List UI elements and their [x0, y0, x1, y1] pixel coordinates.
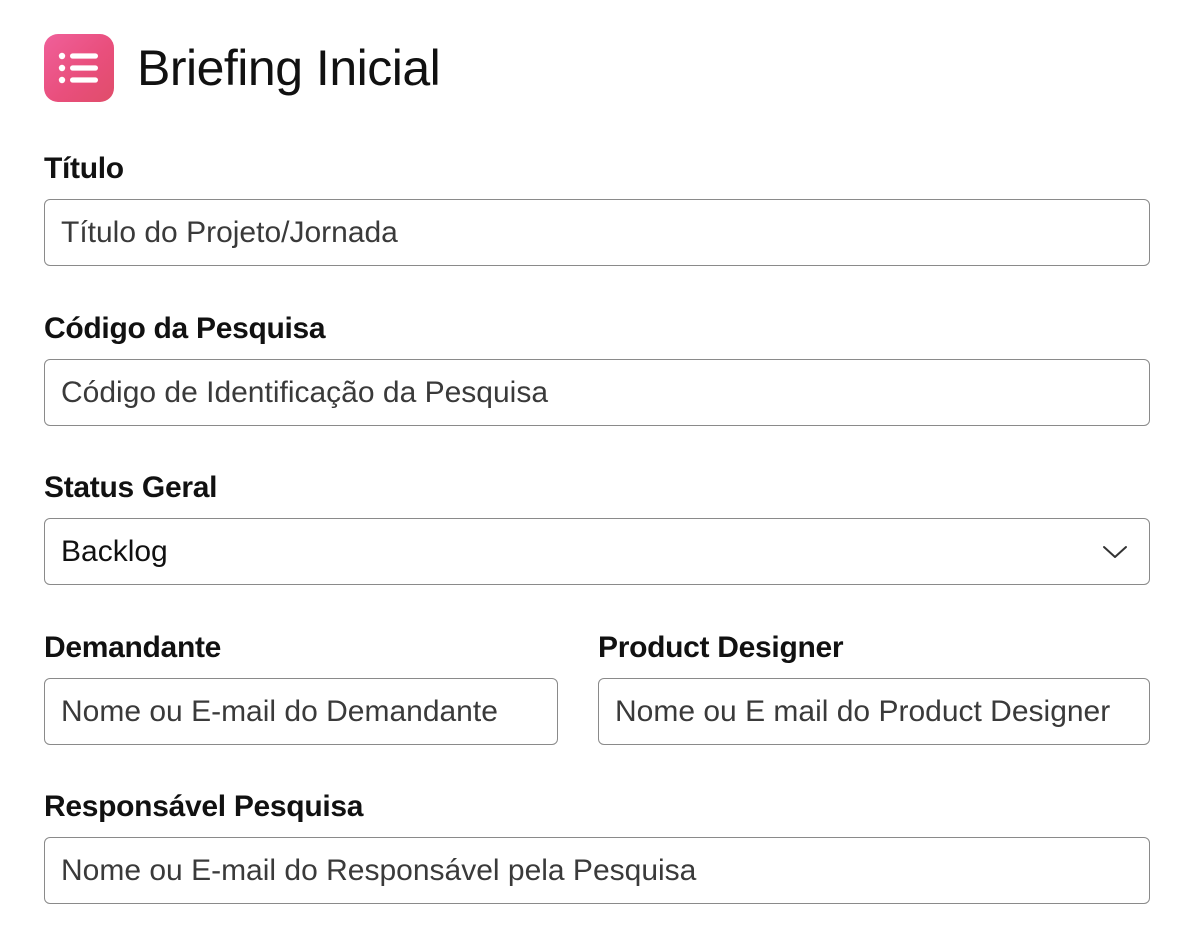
demandante-field[interactable] — [44, 678, 558, 745]
responsavel-field[interactable] — [44, 837, 1150, 904]
chevron-down-icon[interactable] — [1101, 538, 1129, 566]
codigo-label: Código da Pesquisa — [44, 312, 326, 345]
product-designer-input[interactable] — [615, 694, 1137, 729]
status-select[interactable]: Backlog — [44, 518, 1150, 585]
product-designer-label: Product Designer — [598, 631, 844, 664]
product-designer-field[interactable] — [598, 678, 1150, 745]
status-selected-value: Backlog — [61, 534, 168, 568]
codigo-input[interactable] — [61, 375, 1137, 410]
status-label: Status Geral — [44, 471, 218, 504]
responsavel-label: Responsável Pesquisa — [44, 790, 364, 823]
demandante-label: Demandante — [44, 631, 222, 664]
codigo-field[interactable] — [44, 359, 1150, 426]
titulo-label: Título — [44, 152, 124, 185]
responsavel-input[interactable] — [61, 853, 1137, 888]
page-title: Briefing Inicial — [137, 40, 441, 96]
titulo-field[interactable] — [44, 199, 1150, 266]
list-icon — [44, 34, 114, 102]
page-header: Briefing Inicial — [44, 34, 441, 102]
demandante-input[interactable] — [61, 694, 545, 729]
titulo-input[interactable] — [61, 215, 1137, 250]
